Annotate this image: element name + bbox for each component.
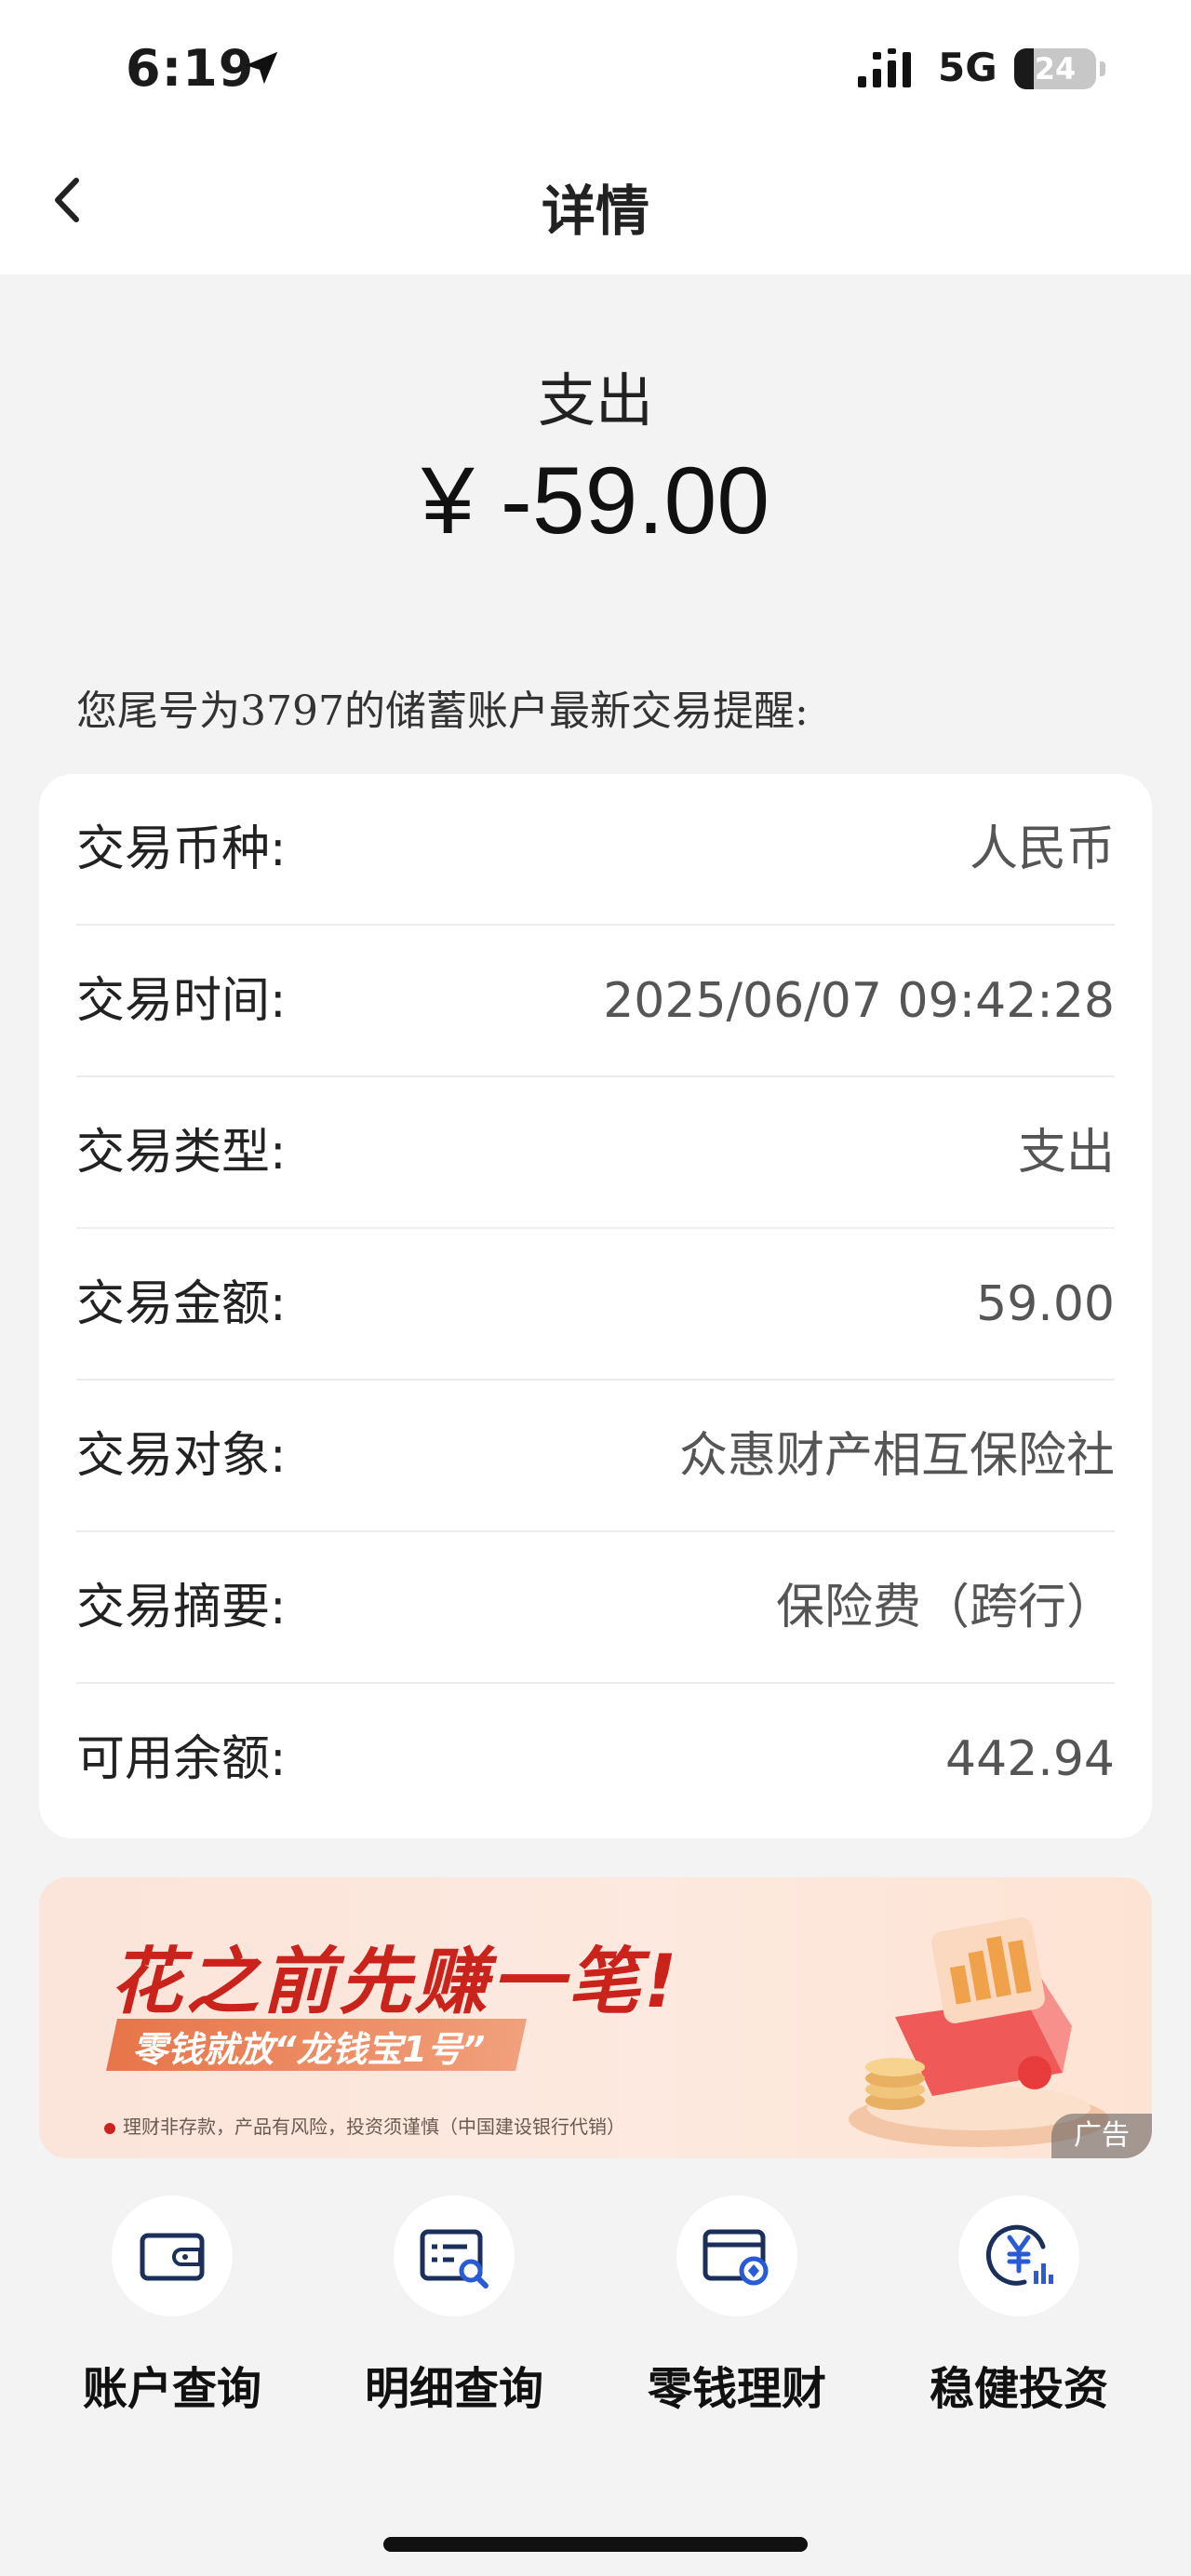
qa-label: 零钱理财 (647, 2363, 826, 2415)
promo-disclaimer-text: 理财非存款，产品有风险，投资须谨慎（中国建设银行代销） (123, 2116, 625, 2138)
quick-action-invest[interactable]: 稳健投资 (898, 2196, 1140, 2437)
promo-headline: 花之前先赚一笔! (110, 1941, 681, 2024)
detail-row-type: 交易类型: 支出 (76, 1077, 1115, 1229)
network-type: 5G (938, 45, 997, 90)
ad-tag: 广告 (1051, 2114, 1152, 2158)
battery-level: 24 (1034, 51, 1077, 87)
detail-label: 交易金额: (76, 1276, 287, 1332)
promo-subline: 零钱就放“龙钱宝1号” (132, 2029, 486, 2070)
qa-label: 账户查询 (82, 2363, 261, 2415)
detail-value: 支出 (1017, 1125, 1115, 1181)
detail-row-summary: 交易摘要: 保险费（跨行） (76, 1532, 1115, 1684)
quick-action-account[interactable]: 账户查询 (51, 2196, 293, 2437)
detail-value: 59.00 (976, 1276, 1115, 1332)
qa-label: 明细查询 (364, 2363, 543, 2415)
transaction-type-heading: 支出 (537, 367, 653, 434)
battery-cap (1100, 61, 1105, 76)
transaction-amount: ¥ -59.00 (421, 447, 770, 554)
location-arrow-icon (245, 51, 278, 85)
qa-icon-circle (958, 2196, 1079, 2316)
qa-label: 稳健投资 (929, 2363, 1108, 2415)
promo-banner[interactable]: 花之前先赚一笔! 零钱就放“龙钱宝1号” 理财非存款，产品有风险，投资须谨慎（中… (39, 1877, 1152, 2158)
battery-icon: 24 (1014, 48, 1096, 89)
cellular-signal-icon (858, 48, 911, 87)
card-finance-icon (703, 2229, 769, 2286)
detail-label: 交易时间: (76, 973, 287, 1029)
detail-label: 交易摘要: (76, 1580, 287, 1635)
detail-row-currency: 交易币种: 人民币 (76, 774, 1115, 926)
qa-icon-circle (394, 2196, 515, 2316)
detail-row-balance: 可用余额: 442.94 (76, 1684, 1115, 1835)
detail-value: 众惠财产相互保险社 (678, 1428, 1115, 1484)
quick-actions: 账户查询 明细查询 零钱理财 稳健投资 (0, 2196, 1191, 2437)
account-notice: 您尾号为3797的储蓄账户最新交易提醒: (76, 687, 809, 735)
detail-value: 人民币 (969, 821, 1115, 877)
detail-value: 2025/06/07 09:42:28 (603, 973, 1115, 1029)
page-title: 详情 (541, 180, 649, 243)
detail-row-amount: 交易金额: 59.00 (76, 1229, 1115, 1381)
yuan-chart-icon (985, 2224, 1053, 2286)
detail-value: 保险费（跨行） (775, 1580, 1115, 1635)
wallet-icon (140, 2233, 205, 2281)
detail-label: 交易币种: (76, 821, 287, 877)
transaction-detail-card: 交易币种: 人民币 交易时间: 2025/06/07 09:42:28 交易类型… (39, 774, 1152, 1838)
home-indicator[interactable] (383, 2537, 808, 2552)
status-time: 6:19 (126, 39, 255, 98)
nav-bar: 详情 (0, 140, 1191, 274)
qa-icon-circle (676, 2196, 797, 2316)
statement-search-icon (420, 2229, 488, 2289)
detail-value: 442.94 (945, 1731, 1115, 1787)
quick-action-statement[interactable]: 明细查询 (333, 2196, 575, 2437)
detail-row-time: 交易时间: 2025/06/07 09:42:28 (76, 926, 1115, 1077)
quick-action-finance[interactable]: 零钱理财 (616, 2196, 858, 2437)
promo-disclaimer: 理财非存款，产品有风险，投资须谨慎（中国建设银行代销） (104, 2112, 625, 2139)
detail-label: 可用余额: (76, 1731, 287, 1787)
detail-label: 交易类型: (76, 1125, 287, 1181)
status-bar: 6:19 5G 24 (0, 0, 1191, 140)
qa-icon-circle (112, 2196, 233, 2316)
detail-label: 交易对象: (76, 1428, 287, 1484)
disclaimer-dot-icon (104, 2122, 115, 2134)
detail-row-counterparty: 交易对象: 众惠财产相互保险社 (76, 1381, 1115, 1532)
